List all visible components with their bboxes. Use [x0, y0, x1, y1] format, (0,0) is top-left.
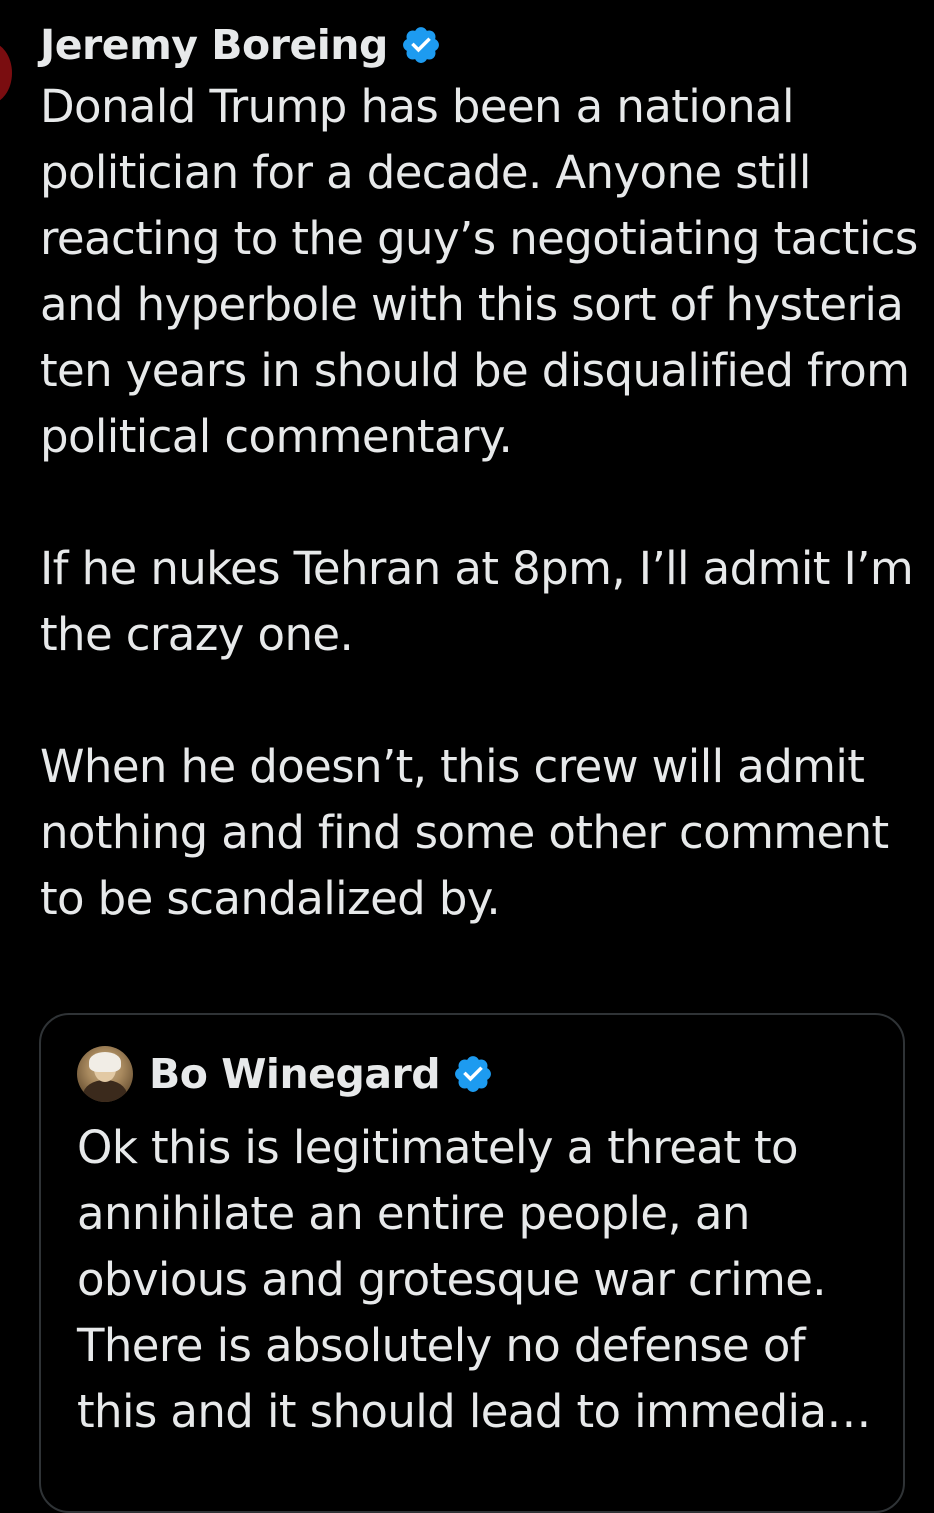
- quoted-author-name[interactable]: Bo Winegard: [149, 1050, 441, 1098]
- verified-badge-icon[interactable]: [400, 24, 442, 66]
- quoted-author-row: Bo Winegard: [77, 1045, 494, 1103]
- quoted-author-avatar[interactable]: [77, 1046, 133, 1102]
- tweet-author-row: Jeremy Boreing: [40, 16, 442, 74]
- verified-badge-icon[interactable]: [452, 1053, 494, 1095]
- tweet-body: Donald Trump has been a national politic…: [40, 74, 920, 932]
- quoted-tweet-text: Ok this is legitimately a threat to anni…: [77, 1121, 871, 1438]
- avatar-coat: [83, 1080, 127, 1102]
- tweet-paragraph: Donald Trump has been a national politic…: [40, 80, 918, 463]
- tweet-paragraph: If he nukes Tehran at 8pm, I’ll admit I’…: [40, 542, 914, 661]
- tweet-paragraph: When he doesn’t, this crew will admit no…: [40, 740, 889, 925]
- author-avatar[interactable]: [0, 42, 12, 104]
- avatar-hair: [89, 1052, 121, 1072]
- quoted-tweet-card[interactable]: Bo Winegard Ok this is legitimately a th…: [39, 1013, 905, 1513]
- author-name[interactable]: Jeremy Boreing: [40, 21, 388, 69]
